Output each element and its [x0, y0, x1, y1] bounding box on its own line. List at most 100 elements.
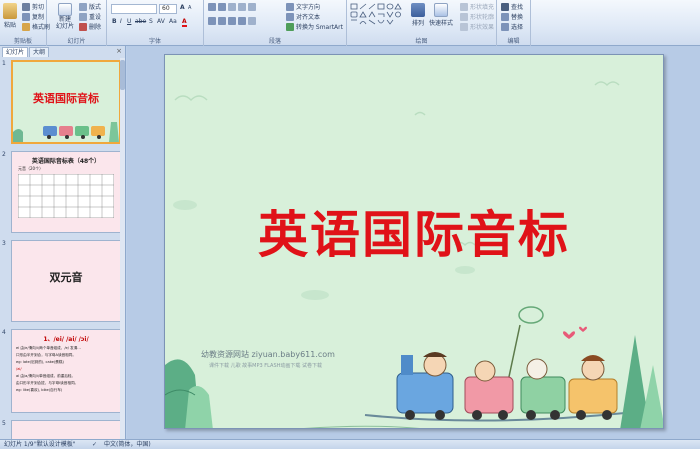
shadow-button[interactable]: S: [149, 18, 153, 25]
effects-icon: [460, 22, 468, 31]
watermark-text: 幼教资源网站 ziyuan.baby611.com: [201, 350, 335, 359]
bullets-button[interactable]: [208, 3, 256, 11]
cut-button[interactable]: 剪切: [22, 2, 44, 11]
shrink-font-button[interactable]: A: [188, 5, 191, 11]
thumbnail-train-illustration: [13, 122, 119, 142]
font-group-label: 字体: [148, 38, 161, 45]
pen-icon: [460, 12, 468, 21]
layout-button[interactable]: 版式: [79, 2, 101, 11]
slides-group-label: 幻灯片: [67, 38, 86, 45]
thumbnail-phonetic-table: [18, 174, 114, 218]
columns-icon: [248, 17, 256, 25]
tab-slides[interactable]: 幻灯片: [2, 47, 29, 57]
watermark-subtext: 课件下载 儿歌 故事MP3 FLASH动画下载 试卷下载: [209, 363, 322, 369]
binoculars-icon: [501, 2, 509, 11]
language-indicator[interactable]: 中文(简体，中国): [104, 440, 151, 449]
underline-button[interactable]: U: [127, 18, 131, 25]
smartart-button[interactable]: 转换为 SmartArt: [286, 22, 343, 31]
status-bar: 幻灯片 1/9 "默认设计模板" ✓ 中文(简体，中国): [0, 439, 700, 449]
new-slide-button[interactable]: 新建 幻灯片: [56, 3, 74, 30]
shapes-gallery[interactable]: [350, 3, 410, 27]
paragraph-group: 文字方向 对齐文本 转换为 SmartArt 段落: [204, 0, 347, 46]
thumbnail-line: 由口形半开到合拢，与字母I读音相同。: [16, 381, 79, 385]
ribbon: 粘贴 剪切 复制 格式刷 剪贴板 新建 幻灯片 版式 重设 删除 幻灯片 60 …: [0, 0, 700, 46]
line-spacing-icon: [248, 3, 256, 11]
clipboard-group: 粘贴 剪切 复制 格式刷 剪贴板: [0, 0, 50, 46]
decrease-indent-icon: [228, 3, 236, 11]
paste-icon: [3, 3, 17, 19]
thumbnail-number: 1: [2, 60, 6, 67]
shape-fill-button[interactable]: 形状填充: [460, 2, 494, 11]
slide-thumbnail-4[interactable]: 4 1、/ei/ /ai/ /ɔi/ ei 由/e/滑向/i/两个单音组成，/e…: [0, 329, 122, 413]
slide-thumbnail-2[interactable]: 2 英语国际音标表（48个） 元音（20个）: [0, 151, 122, 233]
align-text-button[interactable]: 对齐文本: [286, 12, 320, 21]
grow-font-button[interactable]: A: [180, 4, 185, 11]
thumbnail-preview: [11, 420, 121, 439]
slide-thumbnail-5[interactable]: 5: [0, 420, 122, 439]
drawing-group-label: 绘图: [415, 38, 428, 45]
tab-outline[interactable]: 大纲: [29, 47, 50, 57]
thumbnail-line: eg: like(喜欢), bike(自行车): [16, 388, 63, 392]
paste-button[interactable]: 粘贴: [3, 3, 17, 29]
arrange-button[interactable]: 排列: [411, 3, 425, 27]
select-button[interactable]: 选择: [501, 22, 523, 31]
thumbnail-number: 4: [2, 329, 6, 336]
cursor-icon: [501, 22, 509, 31]
thumbnail-preview: 英语国际音标表（48个） 元音（20个）: [11, 151, 121, 233]
spellcheck-icon[interactable]: ✓: [92, 440, 97, 449]
scrollbar-thumb[interactable]: [120, 60, 125, 90]
align-left-icon: [208, 17, 216, 25]
reset-button[interactable]: 重设: [79, 12, 101, 21]
thumbnail-title: 1、/ei/ /ai/ /ɔi/: [43, 336, 89, 343]
editing-group: 查找 替换 选择 编辑: [497, 0, 531, 46]
copy-button[interactable]: 复制: [22, 12, 44, 21]
bullets-icon: [208, 3, 216, 11]
panel-tabs: 幻灯片 大纲: [2, 47, 50, 57]
font-color-button[interactable]: A: [182, 18, 187, 27]
char-spacing-button[interactable]: AV: [157, 18, 165, 25]
brush-icon: [22, 22, 30, 31]
delete-button[interactable]: 删除: [79, 22, 101, 31]
align-buttons[interactable]: [208, 17, 256, 25]
thumbnail-title: 英语国际音标表（48个）: [31, 158, 101, 165]
slides-group: 新建 幻灯片 版式 重设 删除 幻灯片: [47, 0, 107, 46]
current-slide[interactable]: 英语国际音标 幼教资源网站 ziyuan.baby611.com 课件下载 儿歌…: [164, 54, 664, 429]
shape-effects-button[interactable]: 形状效果: [460, 22, 494, 31]
arrange-icon: [411, 3, 425, 17]
align-right-icon: [228, 17, 236, 25]
quick-styles-icon: [434, 3, 448, 17]
text-direction-button[interactable]: 文字方向: [286, 2, 320, 11]
thumbnail-subtitle: 元音（20个）: [18, 166, 44, 171]
text-direction-icon: [286, 2, 294, 11]
quick-styles-button[interactable]: 快速样式: [429, 3, 453, 27]
paint-bucket-icon: [460, 2, 468, 11]
close-icon[interactable]: ×: [116, 47, 122, 55]
new-slide-icon: [58, 3, 72, 16]
font-name-field[interactable]: [111, 4, 157, 14]
thumbnail-preview: 英语国际音标: [11, 60, 121, 144]
thumbnail-body: ei 由/e/滑向/i/两个单音组成，/e/ 发清... 口形由半开到合，与字母…: [16, 345, 117, 394]
thumbnail-line: 口形由半开到合，与字母A读音相同。: [16, 353, 76, 357]
slide-title[interactable]: 英语国际音标: [165, 195, 663, 267]
bold-button[interactable]: B: [112, 18, 117, 25]
shape-outline-button[interactable]: 形状轮廓: [460, 12, 494, 21]
strikethrough-button[interactable]: abe: [135, 18, 146, 25]
font-size-field[interactable]: 60: [159, 4, 177, 14]
replace-button[interactable]: 替换: [501, 12, 523, 21]
panel-scrollbar[interactable]: [120, 58, 125, 439]
slide-editor: 英语国际音标 幼教资源网站 ziyuan.baby611.com 课件下载 儿歌…: [127, 46, 700, 439]
drawing-group: 排列 快速样式 形状填充 形状轮廓 形状效果 绘图: [347, 0, 497, 46]
theme-name[interactable]: "默认设计模板": [34, 440, 76, 449]
slide-thumbnail-1[interactable]: 1 英语国际音标: [0, 60, 122, 144]
thumbnail-number: 2: [2, 151, 6, 158]
format-painter-button[interactable]: 格式刷: [22, 22, 50, 31]
thumbnail-title: 英语国际音标: [33, 92, 99, 105]
thumbnail-preview: 双元音: [11, 240, 121, 322]
justify-icon: [238, 17, 246, 25]
find-button[interactable]: 查找: [501, 2, 523, 11]
copy-icon: [22, 12, 30, 21]
italic-button[interactable]: I: [120, 18, 122, 25]
thumbnail-line: /ai/: [16, 367, 22, 371]
slide-thumbnail-3[interactable]: 3 双元音: [0, 240, 122, 322]
change-case-button[interactable]: Aa: [169, 18, 177, 25]
